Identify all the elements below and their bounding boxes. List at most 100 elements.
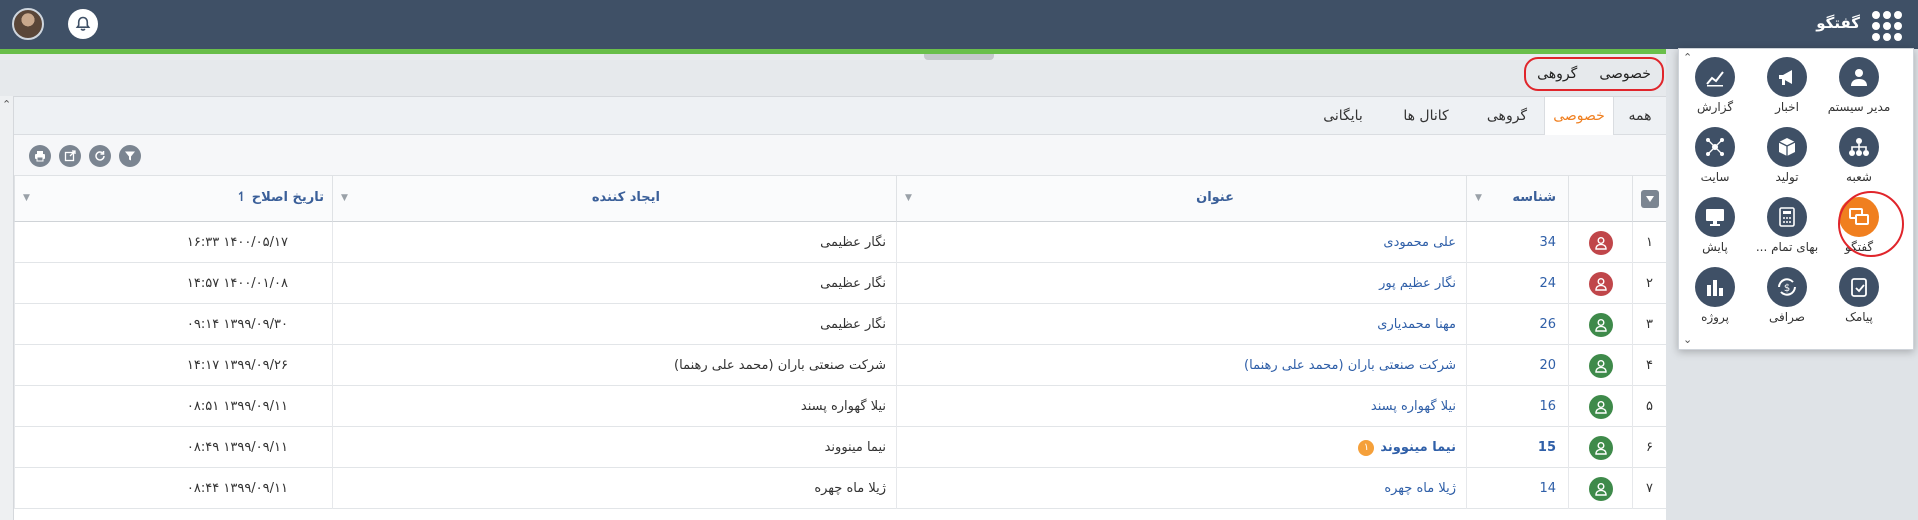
quick-tab-group[interactable]: گروهی (1537, 66, 1577, 82)
row-creator: نیلا گهواره پسند (332, 386, 896, 427)
row-title[interactable]: ژیلا ماه چهره (1384, 481, 1456, 496)
column-menu-icon[interactable] (1641, 190, 1659, 208)
row-id[interactable]: 16 (1466, 386, 1568, 427)
print-icon[interactable] (29, 145, 51, 167)
megaphone-icon (1767, 57, 1807, 97)
row-title[interactable]: علی محمودی (1383, 235, 1456, 250)
user-avatar-icon (1589, 477, 1613, 501)
title-column-header[interactable]: عنوان ▼ (896, 175, 1466, 222)
row-creator: نگار عظیمی (332, 222, 896, 263)
row-number: ۵ (1632, 386, 1666, 427)
app-drawer: ⌃ ⌄ مدیر سیستم اخبار گزارش شعبه تولید سایت گفت… (1678, 48, 1914, 350)
tab-group[interactable]: گروهی (1472, 97, 1542, 135)
app-tile-chat[interactable]: گفتگو (1823, 197, 1895, 267)
monitor-icon (1695, 197, 1735, 237)
row-creator: نیما مینووند (332, 427, 896, 468)
tab-archive[interactable]: بایگانی (1304, 97, 1382, 135)
row-creator: ژیلا ماه چهره (332, 468, 896, 509)
user-avatar[interactable] (12, 8, 44, 40)
app-tile-box[interactable]: تولید (1751, 127, 1823, 197)
row-id[interactable]: 34 (1466, 222, 1568, 263)
app-tile-network[interactable]: سایت (1679, 127, 1751, 197)
title-cell[interactable]: علی محمودی (896, 222, 1466, 263)
quick-tabs: خصوصی گروهی (1524, 57, 1664, 91)
app-tile-megaphone[interactable]: اخبار (1751, 57, 1823, 127)
user-avatar-icon (1589, 436, 1613, 460)
title-cell[interactable]: ژیلا ماه چهره (896, 468, 1466, 509)
refresh-icon[interactable] (89, 145, 111, 167)
filter-icon[interactable] (119, 145, 141, 167)
collapse-up-icon[interactable]: ⌃ (2, 98, 11, 111)
creator-filter-icon[interactable]: ▼ (341, 193, 348, 203)
notification-bell-icon[interactable] (68, 9, 98, 39)
row-title[interactable]: نیما مینووند (1380, 440, 1456, 455)
sms-icon (1839, 267, 1879, 307)
table-row[interactable]: ۲ 24 نگار عظیم پور نگار عظیمی ۱۴۰۰/۰۱/۰۸ ۱۴:… (14, 263, 1666, 304)
row-id[interactable]: 20 (1466, 345, 1568, 386)
tab-channels[interactable]: کانال ها (1384, 97, 1468, 135)
row-number: ۱ (1632, 222, 1666, 263)
row-id[interactable]: 15 (1466, 427, 1568, 468)
row-title[interactable]: نیلا گهواره پسند (1371, 399, 1456, 414)
pull-handle[interactable] (924, 54, 994, 60)
row-modified: ۱۳۹۹/۰۹/۱۱ ۰۸:۵۱ (14, 386, 332, 427)
tab-bar: همه خصوصی گروهی کانال ها بایگانی (14, 97, 1666, 136)
row-number: ۳ (1632, 304, 1666, 345)
unread-badge: ۱ (1358, 439, 1375, 456)
tab-all[interactable]: همه (1614, 97, 1666, 135)
user-avatar-icon (1589, 395, 1613, 419)
modified-filter-icon[interactable]: ▼ (23, 193, 30, 203)
table-row[interactable]: ۱ 34 علی محمودی نگار عظیمی ۱۴۰۰/۰۵/۱۷ ۱۶:۳۳ (14, 222, 1666, 263)
title-cell[interactable]: نیما مینووند ۱ (896, 427, 1466, 468)
id-column-header[interactable]: شناسه ▼ (1466, 175, 1568, 222)
app-tile-label: تولید (1775, 170, 1799, 184)
row-id[interactable]: 26 (1466, 304, 1568, 345)
table-row[interactable]: ۴ 20 شرکت صنعتی باران (محمد علی رهنما) شرکت… (14, 345, 1666, 386)
report-icon (1695, 57, 1735, 97)
app-tile-admin[interactable]: مدیر سیستم (1823, 57, 1895, 127)
apps-grid-icon[interactable] (1872, 11, 1902, 41)
table-row[interactable]: ۷ 14 ژیلا ماه چهره ژیلا ماه چهره ۱۳۹۹/۰۹/۱۱ … (14, 468, 1666, 509)
id-column-label: شناسه (1512, 190, 1556, 205)
app-tile-calculator[interactable]: بهای تمام ... (1751, 197, 1823, 267)
app-tile-exchange[interactable]: $ صرافی (1751, 267, 1823, 337)
table-row[interactable]: ۳ 26 مهنا محمدیاری نگار عظیمی ۱۳۹۹/۰۹/۳۰ ۰۹:… (14, 304, 1666, 345)
title-cell[interactable]: نیلا گهواره پسند (896, 386, 1466, 427)
app-tile-chart-bars[interactable]: پروژه (1679, 267, 1751, 337)
app-tile-sms[interactable]: پیامک (1823, 267, 1895, 337)
id-filter-icon[interactable]: ▼ (1475, 193, 1482, 203)
row-title[interactable]: مهنا محمدیاری (1377, 317, 1456, 332)
quick-tab-private[interactable]: خصوصی (1599, 66, 1651, 82)
branch-icon (1839, 127, 1879, 167)
app-tile-monitor[interactable]: پایش (1679, 197, 1751, 267)
row-id[interactable]: 24 (1466, 263, 1568, 304)
sort-indicator: ↿ (236, 190, 252, 205)
app-tile-label: گزارش (1696, 100, 1734, 114)
title-cell[interactable]: مهنا محمدیاری (896, 304, 1466, 345)
row-id[interactable]: 14 (1466, 468, 1568, 509)
app-tile-branch[interactable]: شعبه (1823, 127, 1895, 197)
tab-private[interactable]: خصوصی (1544, 97, 1614, 136)
export-icon[interactable] (59, 145, 81, 167)
calculator-icon (1767, 197, 1807, 237)
app-tile-label: گفتگو (1844, 240, 1874, 254)
app-tile-label: شعبه (1846, 170, 1872, 184)
row-modified: ۱۳۹۹/۰۹/۳۰ ۰۹:۱۴ (14, 304, 332, 345)
row-number: ۷ (1632, 468, 1666, 509)
title-filter-icon[interactable]: ▼ (905, 193, 912, 203)
app-tile-label: صرافی (1769, 310, 1805, 324)
modified-column-header[interactable]: ↿ تاریخ اصلاح ▼ (14, 175, 332, 222)
chat-icon (1839, 197, 1879, 237)
row-title[interactable]: شرکت صنعتی باران (محمد علی رهنما) (1244, 358, 1456, 373)
title-cell[interactable]: شرکت صنعتی باران (محمد علی رهنما) (896, 345, 1466, 386)
title-cell[interactable]: نگار عظیم پور (896, 263, 1466, 304)
table-row[interactable]: ۵ 16 نیلا گهواره پسند نیلا گهواره پسند ۱۳۹۹/… (14, 386, 1666, 427)
table-row[interactable]: ۶ 15 نیما مینووند۱ نیما مینووند ۱۳۹۹/۰۹/۱۱ ۰… (14, 427, 1666, 468)
select-all-header[interactable] (1632, 175, 1666, 222)
row-title[interactable]: نگار عظیم پور (1379, 276, 1456, 291)
creator-column-header[interactable]: ایجاد کننده ▼ (332, 175, 896, 222)
row-number: ۲ (1632, 263, 1666, 304)
avatar-cell (1568, 263, 1632, 304)
app-tile-label: پروژه (1701, 310, 1729, 324)
app-tile-report[interactable]: گزارش (1679, 57, 1751, 127)
